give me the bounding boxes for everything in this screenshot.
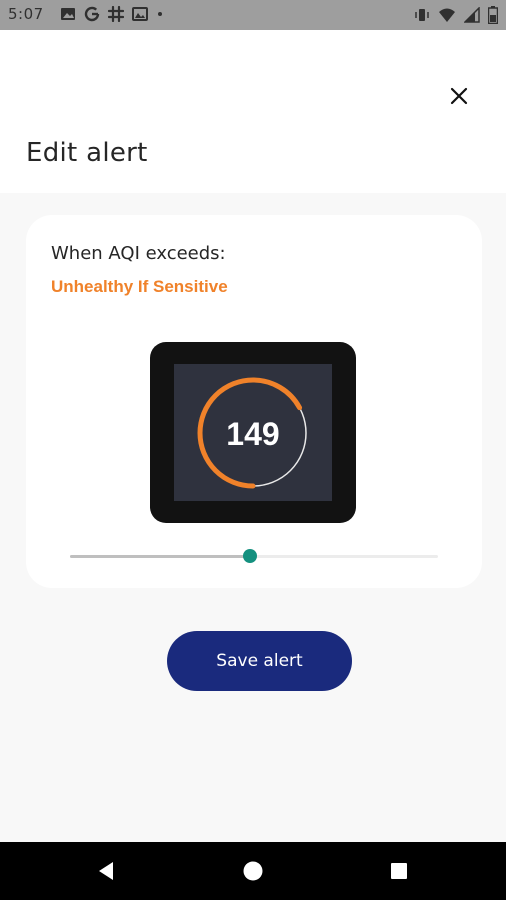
google-icon bbox=[84, 6, 100, 22]
dot-icon bbox=[158, 12, 162, 16]
notification-icons bbox=[60, 6, 164, 22]
slack-icon bbox=[108, 6, 124, 22]
vibrate-icon bbox=[415, 9, 429, 21]
slider-thumb[interactable] bbox=[243, 549, 258, 563]
signal-icon bbox=[464, 7, 480, 23]
close-button[interactable] bbox=[443, 80, 475, 112]
aqi-threshold-slider[interactable] bbox=[70, 545, 438, 565]
recents-icon[interactable] bbox=[390, 862, 408, 880]
aqi-threshold-label: When AQI exceeds: bbox=[51, 243, 226, 264]
save-alert-button[interactable]: Save alert bbox=[167, 631, 352, 691]
image-icon bbox=[61, 8, 75, 20]
device-screen: 149 bbox=[174, 364, 332, 501]
alert-card: When AQI exceeds: Unhealthy If Sensitive… bbox=[26, 215, 482, 588]
aqi-value: 149 bbox=[226, 416, 279, 452]
photo-icon bbox=[132, 7, 148, 21]
navigation-bar bbox=[0, 842, 506, 900]
aqi-gauge: 149 bbox=[197, 377, 309, 489]
slider-filled-track[interactable] bbox=[70, 555, 251, 558]
battery-icon bbox=[488, 6, 498, 24]
wifi-icon bbox=[439, 8, 455, 22]
close-icon[interactable] bbox=[450, 87, 468, 105]
page-title: Edit alert bbox=[26, 138, 148, 168]
back-icon[interactable] bbox=[96, 861, 116, 881]
header bbox=[0, 30, 506, 193]
home-icon[interactable] bbox=[242, 860, 264, 882]
system-icons bbox=[414, 6, 498, 24]
status-bar: 5:07 bbox=[0, 0, 506, 30]
status-time: 5:07 bbox=[8, 5, 44, 23]
aqi-level-label: Unhealthy If Sensitive bbox=[51, 277, 228, 296]
aqi-device-preview: 149 bbox=[150, 342, 356, 523]
